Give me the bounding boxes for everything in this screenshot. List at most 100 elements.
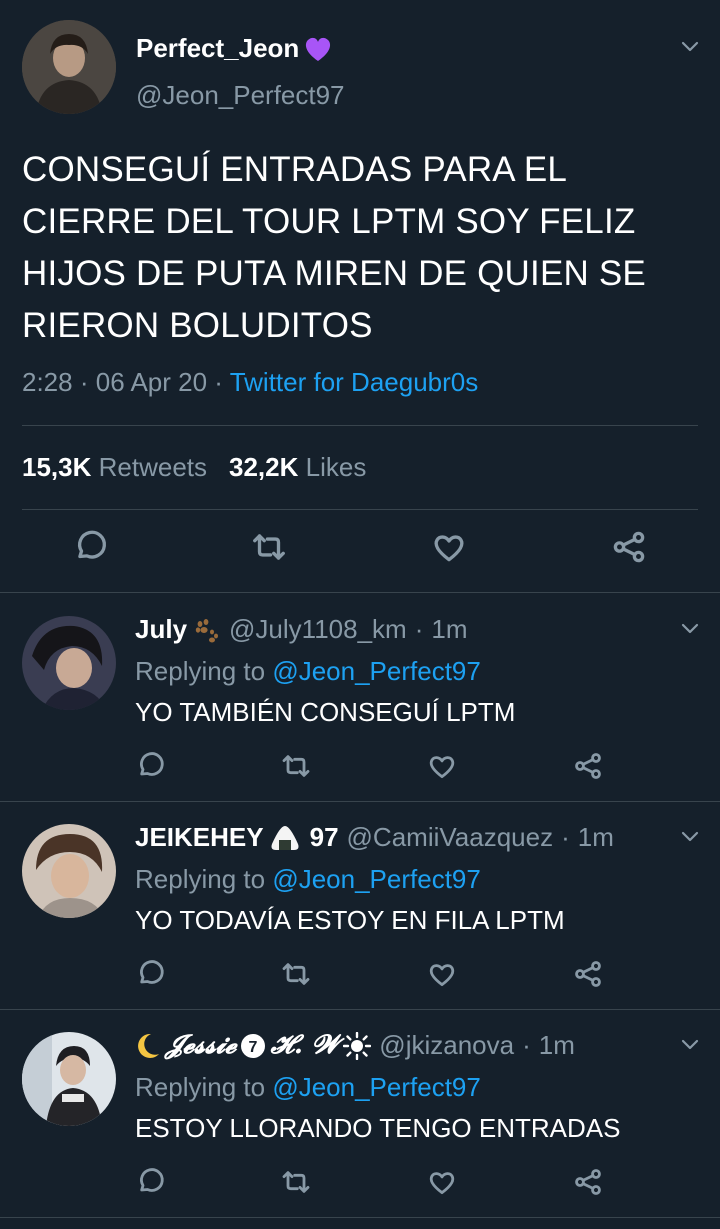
reply-tweet[interactable]: July @July1108_km · 1m Replying to @Jeon… (0, 594, 720, 802)
avatar[interactable] (22, 1032, 116, 1126)
retweet-icon (250, 528, 288, 566)
replying-label: Replying to (135, 656, 266, 686)
retweet-icon (280, 1166, 312, 1198)
purple-heart-icon (303, 35, 333, 63)
meta-separator: · (214, 367, 230, 397)
main-tweet: Perfect_Jeon @Jeon_Perfect97 CONSEGUÍ EN… (0, 0, 720, 593)
reply-time: 1m (538, 1030, 575, 1060)
reply-time: 1m (431, 614, 468, 644)
meta-separator: · (561, 822, 570, 852)
reply-icon (135, 1166, 167, 1198)
display-name[interactable]: 𝓙𝓮𝓼𝓼𝓲𝓮 7 𝓗. 𝓦 (135, 1030, 372, 1061)
paw-icon (191, 616, 221, 644)
replying-to: Replying to @Jeon_Perfect97 (135, 656, 481, 687)
display-name[interactable]: JEIKEHEY 97 (135, 822, 339, 853)
reply-text: ESTOY LLORANDO TENGO ENTRADAS (135, 1113, 621, 1143)
retweet-icon (280, 750, 312, 782)
reply-header: July @July1108_km · 1m (135, 614, 468, 645)
tweet-stats: 15,3K Retweets 32,2K Likes (22, 452, 366, 483)
display-name[interactable]: July (135, 614, 221, 645)
reply-icon (135, 958, 167, 990)
retweet-button[interactable] (280, 1166, 312, 1198)
handle[interactable]: @July1108_km (229, 614, 407, 645)
reply-button[interactable] (135, 750, 167, 782)
rice-ball-icon (268, 824, 302, 852)
meta-separator: · (79, 367, 96, 397)
retweet-button[interactable] (280, 958, 312, 990)
reply-tweet[interactable]: 𝓙𝓮𝓼𝓼𝓲𝓮 7 𝓗. 𝓦 @jkizanova · 1m Replying t… (0, 1010, 720, 1218)
chevron-down-icon[interactable] (678, 1032, 702, 1056)
replying-to-handle[interactable]: @Jeon_Perfect97 (272, 864, 481, 894)
replying-label: Replying to (135, 864, 266, 894)
share-button[interactable] (572, 958, 604, 990)
replying-to: Replying to @Jeon_Perfect97 (135, 1072, 481, 1103)
divider (22, 509, 698, 510)
reply-button[interactable] (72, 528, 110, 566)
reply-button[interactable] (135, 1166, 167, 1198)
like-button[interactable] (426, 750, 458, 782)
svg-text:7: 7 (249, 1039, 258, 1056)
like-button[interactable] (426, 958, 458, 990)
share-button[interactable] (610, 528, 648, 566)
share-icon (572, 750, 604, 782)
display-name-text: July (135, 614, 188, 644)
retweets-count: 15,3K (22, 452, 92, 482)
reply-header: JEIKEHEY 97 @CamiiVaazquez · 1m (135, 822, 614, 853)
divider (22, 425, 698, 426)
avatar[interactable] (22, 616, 116, 710)
retweets-stat[interactable]: 15,3K Retweets (22, 452, 207, 483)
replying-to-handle[interactable]: @Jeon_Perfect97 (272, 656, 481, 686)
display-name-text: Perfect_Jeon (136, 33, 300, 63)
retweet-button[interactable] (250, 528, 288, 566)
chevron-down-icon[interactable] (678, 824, 702, 848)
chevron-down-icon[interactable] (678, 616, 702, 640)
tweet-source[interactable]: Twitter for Daegubr0s (230, 367, 479, 397)
reply-button[interactable] (135, 958, 167, 990)
retweet-button[interactable] (280, 750, 312, 782)
handle[interactable]: @jkizanova (379, 1030, 514, 1061)
like-icon (426, 750, 458, 782)
like-icon (430, 528, 468, 566)
likes-count: 32,2K (229, 452, 299, 482)
like-button[interactable] (426, 1166, 458, 1198)
share-icon (572, 1166, 604, 1198)
tweet-text: CONSEGUÍ ENTRADAS PARA EL CIERRE DEL TOU… (22, 150, 646, 345)
display-name-mid: 𝓗. 𝓦 (270, 1030, 340, 1060)
retweet-icon (280, 958, 312, 990)
display-name-text: JEIKEHEY (135, 822, 264, 852)
share-button[interactable] (572, 1166, 604, 1198)
like-icon (426, 958, 458, 990)
reply-time: 1m (577, 822, 614, 852)
meta-separator: · (522, 1030, 531, 1060)
reply-icon (72, 528, 110, 566)
tweet-meta: 2:28 · 06 Apr 20 · Twitter for Daegubr0s (22, 367, 478, 398)
likes-stat[interactable]: 32,2K Likes (229, 452, 366, 483)
replying-label: Replying to (135, 1072, 266, 1102)
reply-text: YO TAMBIÉN CONSEGUÍ LPTM (135, 697, 516, 727)
display-name[interactable]: Perfect_Jeon (136, 33, 333, 64)
number-seven-badge: 7 (240, 1033, 266, 1059)
avatar[interactable] (22, 20, 116, 114)
replying-to-handle[interactable]: @Jeon_Perfect97 (272, 1072, 481, 1102)
share-icon (572, 958, 604, 990)
share-icon (610, 528, 648, 566)
meta-separator: · (414, 614, 424, 644)
reply-text: YO TODAVÍA ESTOY EN FILA LPTM (135, 905, 565, 935)
display-name-text: 𝓙𝓮𝓼𝓼𝓲𝓮 (165, 1030, 237, 1060)
share-button[interactable] (572, 750, 604, 782)
likes-label: Likes (305, 452, 367, 482)
reply-header: 𝓙𝓮𝓼𝓼𝓲𝓮 7 𝓗. 𝓦 @jkizanova · 1m (135, 1030, 575, 1061)
replying-to: Replying to @Jeon_Perfect97 (135, 864, 481, 895)
like-button[interactable] (430, 528, 468, 566)
avatar[interactable] (22, 824, 116, 918)
reply-icon (135, 750, 167, 782)
tweet-date: 06 Apr 20 (95, 367, 208, 397)
moon-icon (135, 1032, 161, 1060)
reply-tweet[interactable]: JEIKEHEY 97 @CamiiVaazquez · 1m Replying… (0, 802, 720, 1010)
handle[interactable]: @CamiiVaazquez (347, 822, 554, 853)
chevron-down-icon[interactable] (678, 34, 702, 58)
retweets-label: Retweets (98, 452, 208, 482)
like-icon (426, 1166, 458, 1198)
sun-icon (343, 1031, 372, 1060)
handle[interactable]: @Jeon_Perfect97 (136, 80, 345, 111)
